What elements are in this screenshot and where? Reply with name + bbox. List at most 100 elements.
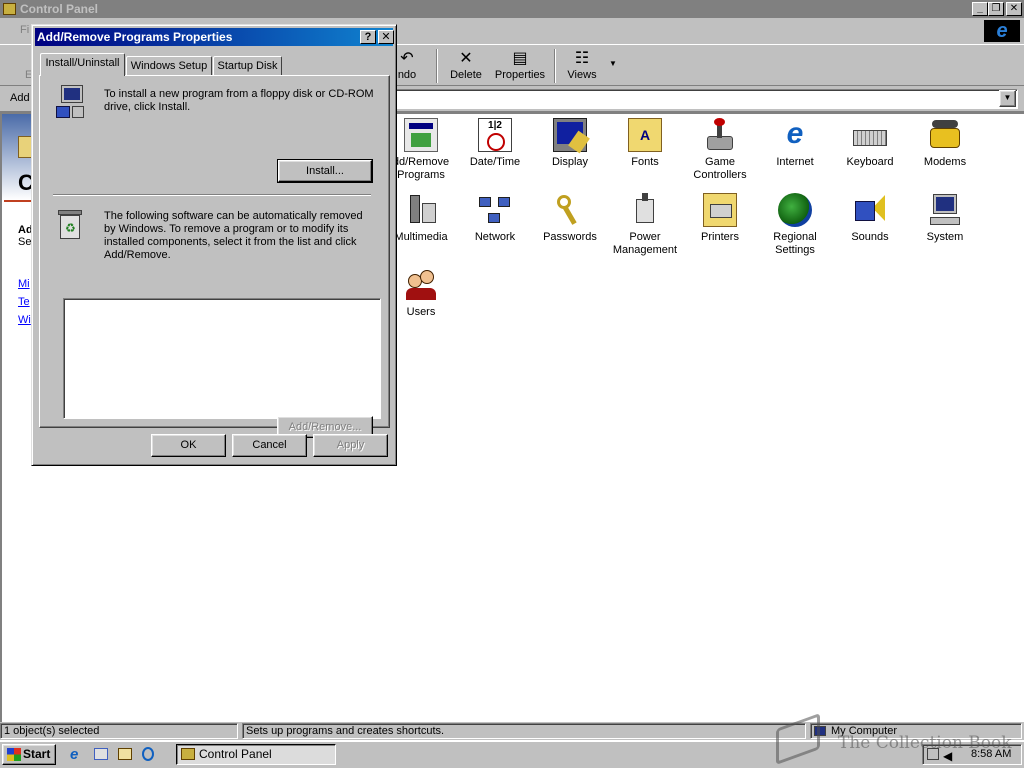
views-button[interactable]: ☷ Views — [562, 49, 602, 85]
cp-item-keyboard[interactable]: Keyboard — [833, 118, 907, 169]
item-label: Passwords — [543, 231, 597, 243]
control-panel-app-icon — [3, 3, 16, 15]
cp-item-passwords[interactable]: Passwords — [533, 193, 607, 244]
item-label: Controllers — [693, 169, 747, 181]
cp-item-display[interactable]: Display — [533, 118, 607, 169]
watermark-text: The Collection Book — [838, 733, 1012, 753]
help-button[interactable]: ? — [360, 30, 376, 44]
address-label: Add — [10, 92, 30, 104]
date-time-icon: 1|2 — [478, 118, 512, 152]
start-label: Start — [23, 747, 51, 761]
tab-install-uninstall[interactable]: Install/Uninstall — [40, 53, 125, 76]
cp-item-fonts[interactable]: A Fonts — [608, 118, 682, 169]
item-label: Display — [551, 156, 589, 168]
dialog-titlebar[interactable]: Add/Remove Programs Properties ? ✕ — [35, 28, 394, 46]
game-controllers-icon — [703, 118, 737, 152]
remove-instructions: The following software can be automatica… — [104, 210, 363, 261]
views-dropdown-arrow-icon[interactable]: ▼ — [609, 59, 617, 68]
cp-item-game-controllers[interactable]: Game Controllers — [683, 118, 757, 182]
undo-label: ndo — [397, 69, 417, 81]
item-label: Keyboard — [846, 156, 894, 168]
views-icon: ☷ — [574, 50, 590, 67]
fonts-icon: A — [628, 118, 662, 152]
users-icon — [404, 268, 438, 302]
menu-file[interactable]: Fi — [20, 24, 29, 36]
minimize-button[interactable]: _ — [972, 2, 988, 16]
start-button[interactable]: Start — [2, 744, 56, 765]
tab-startup-disk[interactable]: Startup Disk — [213, 56, 282, 76]
ie-logo: e — [984, 20, 1020, 42]
show-desktop-icon[interactable] — [118, 748, 132, 760]
left-pane-link[interactable]: Wi — [18, 314, 31, 326]
cp-item-internet[interactable]: e Internet — [758, 118, 832, 169]
delete-button[interactable]: ✕ Delete — [444, 49, 488, 85]
multimedia-icon — [404, 193, 438, 227]
ie-quicklaunch-icon[interactable]: e — [70, 746, 78, 763]
close-button[interactable]: ✕ — [1006, 2, 1022, 16]
add-remove-programs-dialog: Add/Remove Programs Properties ? ✕ Insta… — [31, 24, 397, 466]
cp-item-system[interactable]: System — [908, 193, 982, 244]
sounds-icon — [853, 193, 887, 227]
printers-icon — [703, 193, 737, 227]
installed-software-list[interactable] — [63, 298, 381, 419]
tab-label: Install/Uninstall — [45, 57, 120, 69]
add-remove-programs-icon — [404, 118, 438, 152]
cancel-button[interactable]: Cancel — [232, 434, 307, 457]
toolbar-separator — [436, 49, 438, 83]
item-label: Date/Time — [469, 156, 521, 168]
control-panel-task-icon — [181, 748, 195, 760]
recycle-bin-icon: ♻ — [56, 208, 84, 240]
cp-item-sounds[interactable]: Sounds — [833, 193, 907, 244]
left-pane-link[interactable]: Mi — [18, 278, 30, 290]
dialog-close-button[interactable]: ✕ — [378, 30, 394, 44]
address-dropdown-button[interactable]: ▼ — [999, 90, 1016, 107]
item-label: Game — [705, 156, 735, 168]
cp-item-date-time[interactable]: 1|2 Date/Time — [458, 118, 532, 169]
tab-windows-setup[interactable]: Windows Setup — [126, 56, 212, 76]
taskbar-button-label: Control Panel — [199, 747, 272, 761]
taskbar-button-control-panel[interactable]: Control Panel — [176, 744, 336, 765]
left-pane-rule — [4, 200, 32, 202]
item-label: Sounds — [851, 231, 889, 243]
delete-label: Delete — [450, 69, 482, 81]
tab-label: Startup Disk — [217, 60, 278, 72]
cp-item-regional-settings[interactable]: Regional Settings — [758, 193, 832, 257]
left-pane-subtext: Se — [18, 236, 32, 248]
toolbar-separator — [554, 49, 556, 83]
cp-item-modems[interactable]: Modems — [908, 118, 982, 169]
left-pane-link[interactable]: Te — [18, 296, 30, 308]
item-label: Power — [629, 231, 661, 243]
internet-icon: e — [786, 117, 804, 150]
windows-logo-icon — [7, 748, 21, 761]
section-separator — [53, 194, 371, 196]
install-button[interactable]: Install... — [277, 159, 373, 183]
delete-icon: ✕ — [459, 50, 473, 67]
keyboard-icon — [853, 118, 887, 152]
install-computer-icon — [54, 86, 86, 120]
item-label: Modems — [923, 156, 967, 168]
item-label: Internet — [776, 156, 814, 168]
properties-button[interactable]: ▤ Properties — [494, 49, 546, 85]
ok-button[interactable]: OK — [151, 434, 226, 457]
status-description: Sets up programs and creates shortcuts. — [242, 723, 806, 739]
status-selection: 1 object(s) selected — [0, 723, 238, 739]
display-icon — [553, 118, 590, 154]
main-window-titlebar[interactable]: Control Panel _ ❐ ✕ — [0, 0, 1024, 18]
tab-panel-install-uninstall: To install a new program from a floppy d… — [39, 75, 390, 438]
apply-button[interactable]: Apply — [313, 434, 388, 457]
cp-item-printers[interactable]: Printers — [683, 193, 757, 244]
outlook-express-icon[interactable] — [94, 748, 108, 760]
properties-icon: ▤ — [512, 50, 528, 67]
tab-label: Windows Setup — [130, 60, 208, 72]
modems-icon — [928, 118, 962, 152]
views-label: Views — [567, 69, 597, 81]
network-icon — [478, 193, 512, 227]
power-management-icon — [628, 193, 662, 227]
dialog-title: Add/Remove Programs Properties — [37, 30, 233, 44]
channels-icon[interactable] — [142, 747, 154, 761]
cp-item-power-management[interactable]: Power Management — [608, 193, 682, 257]
restore-button[interactable]: ❐ — [988, 2, 1004, 16]
item-label: Settings — [775, 244, 815, 256]
install-instructions: To install a new program from a floppy d… — [104, 88, 374, 113]
cp-item-network[interactable]: Network — [458, 193, 532, 244]
